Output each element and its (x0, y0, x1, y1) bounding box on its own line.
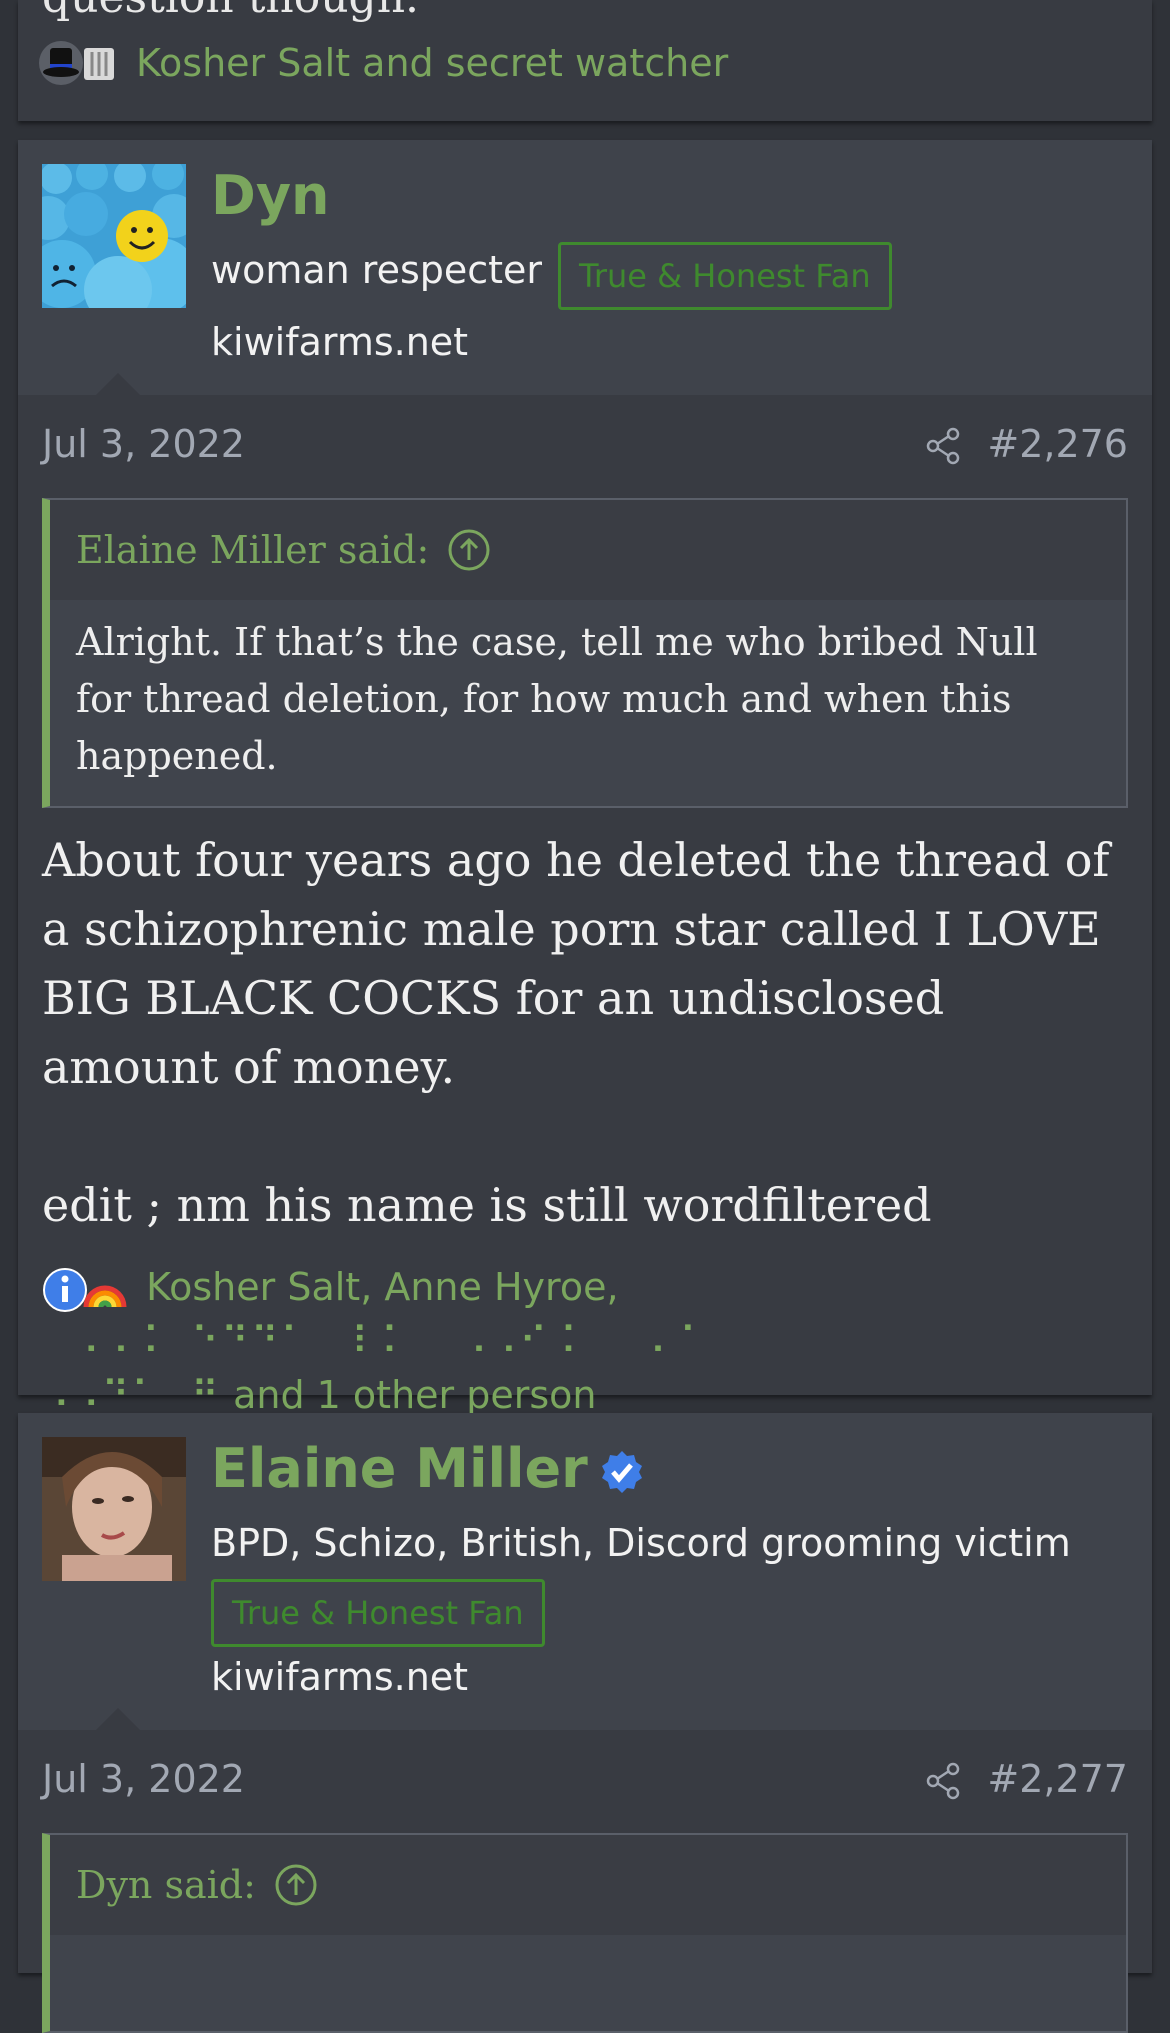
arrow-up-circle-icon[interactable] (447, 528, 491, 572)
quote-author[interactable]: Dyn said: (76, 1863, 256, 1907)
reactions-bar[interactable]: Kosher Salt and secret watcher (38, 40, 728, 86)
quote-text: Alright. If that’s the case, tell me who… (76, 620, 1038, 778)
post-number[interactable]: #2,276 (987, 422, 1128, 466)
reactions-user-obscured[interactable]: ⠠⠠⠙⠁⠀⠛ (42, 1373, 221, 1417)
post: Elaine Miller BPD, Schizo, British, Disc… (18, 1413, 1152, 2033)
previous-post-text: question though. (42, 0, 419, 23)
post-message: About four years ago he deleted the thre… (42, 826, 1132, 1240)
bucket-icon (84, 48, 114, 80)
smiley-crowd-avatar-image (42, 164, 186, 308)
user-title: woman respecter (211, 248, 543, 292)
previous-post-footer: question though. Kosher Salt and secret … (18, 0, 1152, 121)
post-meta: Jul 3, 2022 #2,276 (18, 422, 1152, 482)
verified-badge-icon (601, 1451, 642, 1494)
arrow-up-circle-icon[interactable] (274, 1863, 318, 1907)
reactions-others[interactable]: and 1 other person (233, 1373, 596, 1417)
share-icon[interactable] (923, 1761, 963, 1801)
username-text[interactable]: Elaine Miller (211, 1437, 588, 1500)
reactions-bar[interactable]: Kosher Salt, Anne Hyroe, ⠀⠠⠠⠨⠀⠑⠙⠙⠁⠀⠸⠨⠀⠀⠠… (42, 1260, 1132, 1422)
post-number[interactable]: #2,277 (987, 1757, 1128, 1801)
user-title: BPD, Schizo, British, Discord grooming v… (211, 1521, 1071, 1565)
message-paragraph: About four years ago he deleted the thre… (42, 833, 1110, 1094)
user-header: Dyn woman respecter True & Honest Fan ki… (18, 140, 1152, 395)
avatar[interactable] (42, 1437, 186, 1581)
quote-header[interactable]: Dyn said: (50, 1835, 1126, 1935)
username[interactable]: Elaine Miller (211, 1437, 646, 1500)
post: Dyn woman respecter True & Honest Fan ki… (18, 140, 1152, 1417)
reactions-names[interactable]: Kosher Salt, Anne Hyroe, (146, 1265, 618, 1309)
post-meta: Jul 3, 2022 #2,277 (18, 1757, 1152, 1817)
quote-block: Elaine Miller said: Alright. If that’s t… (42, 498, 1128, 808)
user-banner: True & Honest Fan (211, 1579, 545, 1647)
message-edit-note: edit ; nm his name is still wordfiltered (42, 1178, 932, 1232)
post-date[interactable]: Jul 3, 2022 (42, 1757, 245, 1801)
user-site: kiwifarms.net (211, 1655, 469, 1699)
username[interactable]: Dyn (211, 164, 329, 227)
user-site: kiwifarms.net (211, 320, 469, 364)
reactions-list[interactable]: Kosher Salt and secret watcher (136, 41, 728, 85)
avatar[interactable] (42, 164, 186, 308)
user-header: Elaine Miller BPD, Schizo, British, Disc… (18, 1413, 1152, 1730)
rainbow-icon (83, 1285, 127, 1307)
share-icon[interactable] (923, 426, 963, 466)
portrait-avatar-image (42, 1437, 186, 1581)
post-date[interactable]: Jul 3, 2022 (42, 422, 245, 466)
avatar-pointer (96, 373, 140, 395)
reactions-user-obscured[interactable]: ⠀⠠⠠⠨⠀⠑⠙⠙⠁⠀⠸⠨⠀⠀⠠⠠⠊⠨⠀⠀⠠⠈ (42, 1319, 698, 1363)
quote-header[interactable]: Elaine Miller said: (50, 500, 1126, 600)
avatar-pointer (96, 1708, 140, 1730)
user-banner: True & Honest Fan (558, 242, 892, 310)
quote-block: Dyn said: (42, 1833, 1128, 2033)
quote-author[interactable]: Elaine Miller said: (76, 528, 429, 572)
